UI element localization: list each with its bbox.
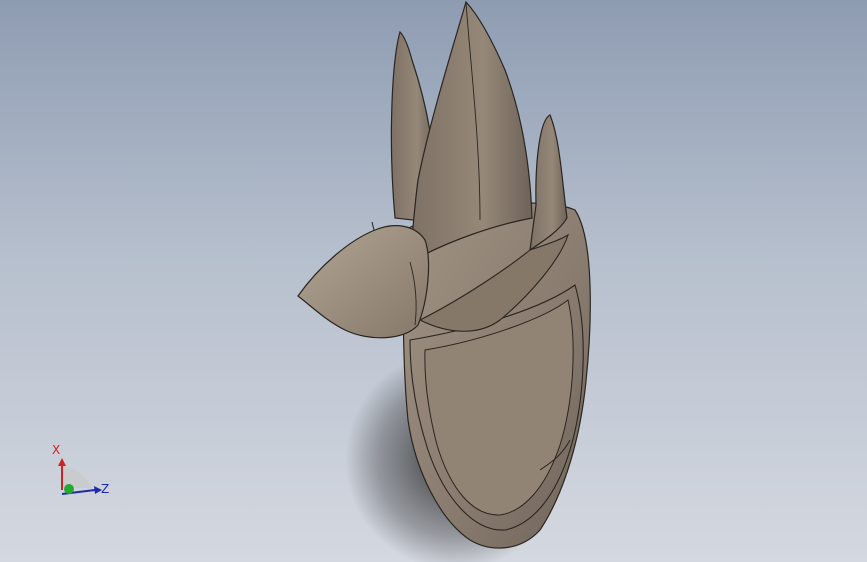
coordinate-triad[interactable]: X Z [40,440,120,510]
propeller-model[interactable] [0,0,867,562]
graphics-viewport[interactable]: X Z [0,0,867,562]
x-axis-arrow [58,458,66,466]
nose-cone[interactable] [297,225,430,339]
y-axis-dot [64,484,74,494]
nose-tip-mark [371,221,375,231]
triad-z-label: Z [101,482,110,496]
triad-x-label: X [52,443,61,457]
triad-fan [62,465,92,488]
